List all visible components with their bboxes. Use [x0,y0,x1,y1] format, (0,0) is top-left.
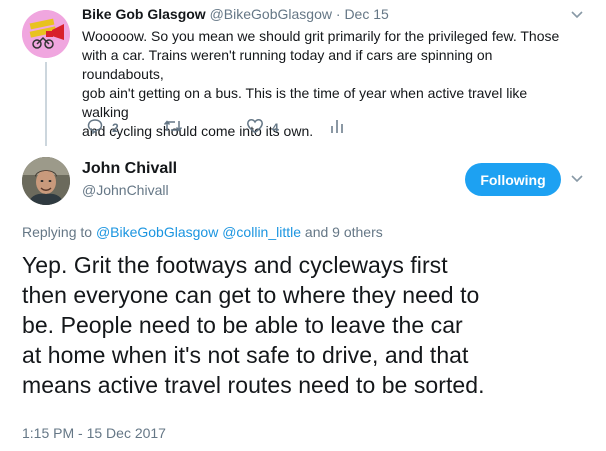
tweet-text-line: be. People need to be able to leave the … [22,312,463,338]
author-handle[interactable]: @JohnChivall [82,182,169,198]
retweet-button[interactable] [163,117,183,138]
author-display-name[interactable]: John Chivall [82,160,177,178]
tweet-text-line: Yep. Grit the footways and cycleways fir… [22,252,448,278]
analytics-icon [330,117,344,138]
parent-date[interactable]: Dec 15 [344,6,388,22]
following-button[interactable]: Following [465,163,561,196]
parent-avatar[interactable] [22,10,70,58]
reply-count: 2 [112,120,119,135]
replying-to-mention[interactable]: @BikeGobGlasgow [96,224,218,240]
reply-icon [86,117,104,138]
parent-more-chevron-down-icon[interactable] [570,10,584,20]
replying-to-others[interactable]: and 9 others [305,224,383,240]
parent-separator: · [335,6,341,22]
tweet-more-chevron-down-icon[interactable] [570,174,584,184]
replying-to-prefix: Replying to [22,224,93,240]
parent-display-name[interactable]: Bike Gob Glasgow [82,6,206,22]
parent-text-line: with a car. Trains weren't running today… [82,47,493,82]
tweet-text-line: at home when it's not safe to drive, and… [22,342,469,368]
parent-tweet-header: Bike Gob Glasgow @BikeGobGlasgow · Dec 1… [82,6,389,22]
parent-text-line: Wooooow. So you mean we should grit prim… [82,28,560,44]
thread-connector [45,62,47,146]
author-avatar[interactable] [22,157,70,205]
tweet-text-line: then everyone can get to where they need… [22,282,480,308]
like-button[interactable]: 4 [246,117,279,138]
parent-tweet-text: Wooooow. So you mean we should grit prim… [82,27,562,141]
parent-handle[interactable]: @BikeGobGlasgow [210,6,332,22]
tweet-text: Yep. Grit the footways and cycleways fir… [22,250,597,400]
reply-button[interactable]: 2 [86,117,119,138]
parent-text-line: gob ain't getting on a bus. This is the … [82,85,528,120]
replying-to-line: Replying to @BikeGobGlasgow @collin_litt… [22,224,383,240]
retweet-icon [163,117,183,138]
tweet-timestamp[interactable]: 1:15 PM - 15 Dec 2017 [22,425,166,441]
tweet-text-line: means active travel routes need to be so… [22,372,485,398]
parent-text-line: and cycling should come into its own. [82,123,314,139]
like-count: 4 [272,120,279,135]
analytics-button[interactable] [330,117,344,138]
replying-to-mention[interactable]: @collin_little [222,224,301,240]
heart-icon [246,117,264,138]
